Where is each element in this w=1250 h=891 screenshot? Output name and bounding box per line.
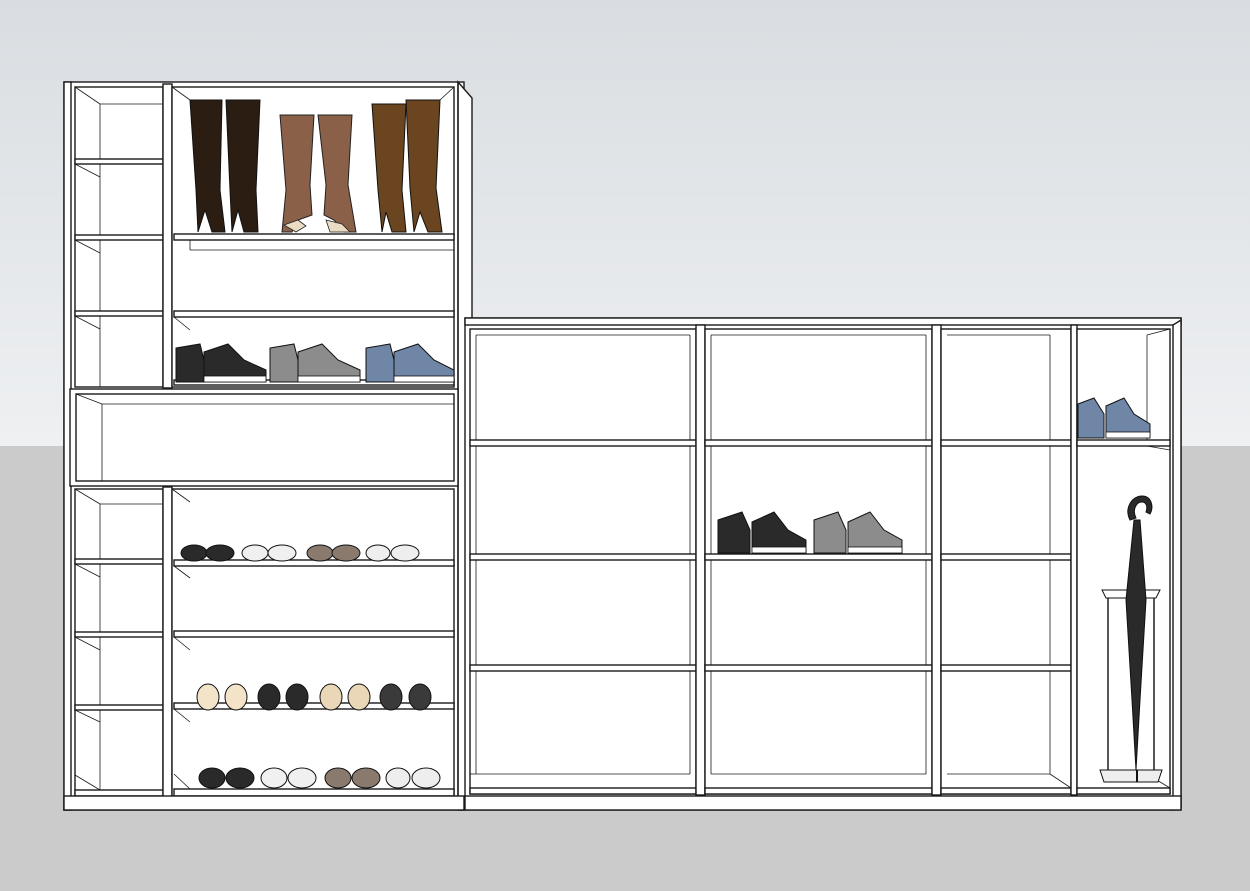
wide-compartment-bottom <box>171 488 455 798</box>
bay-2 <box>704 328 933 795</box>
narrow-column-bottom <box>74 488 164 798</box>
low-cabinet <box>464 317 1182 811</box>
drawer <box>69 388 459 487</box>
shoe-cabinet-scene: .ln { stroke: #1a1a1a; stroke-width: 1.4… <box>0 0 1250 891</box>
narrow-column-top <box>74 86 164 388</box>
cabinet-drawing: .ln { stroke: #1a1a1a; stroke-width: 1.4… <box>63 80 1182 811</box>
sneakers-tall-cabinet <box>175 343 455 383</box>
bay-1 <box>469 328 697 795</box>
bay-3 <box>940 328 1072 795</box>
